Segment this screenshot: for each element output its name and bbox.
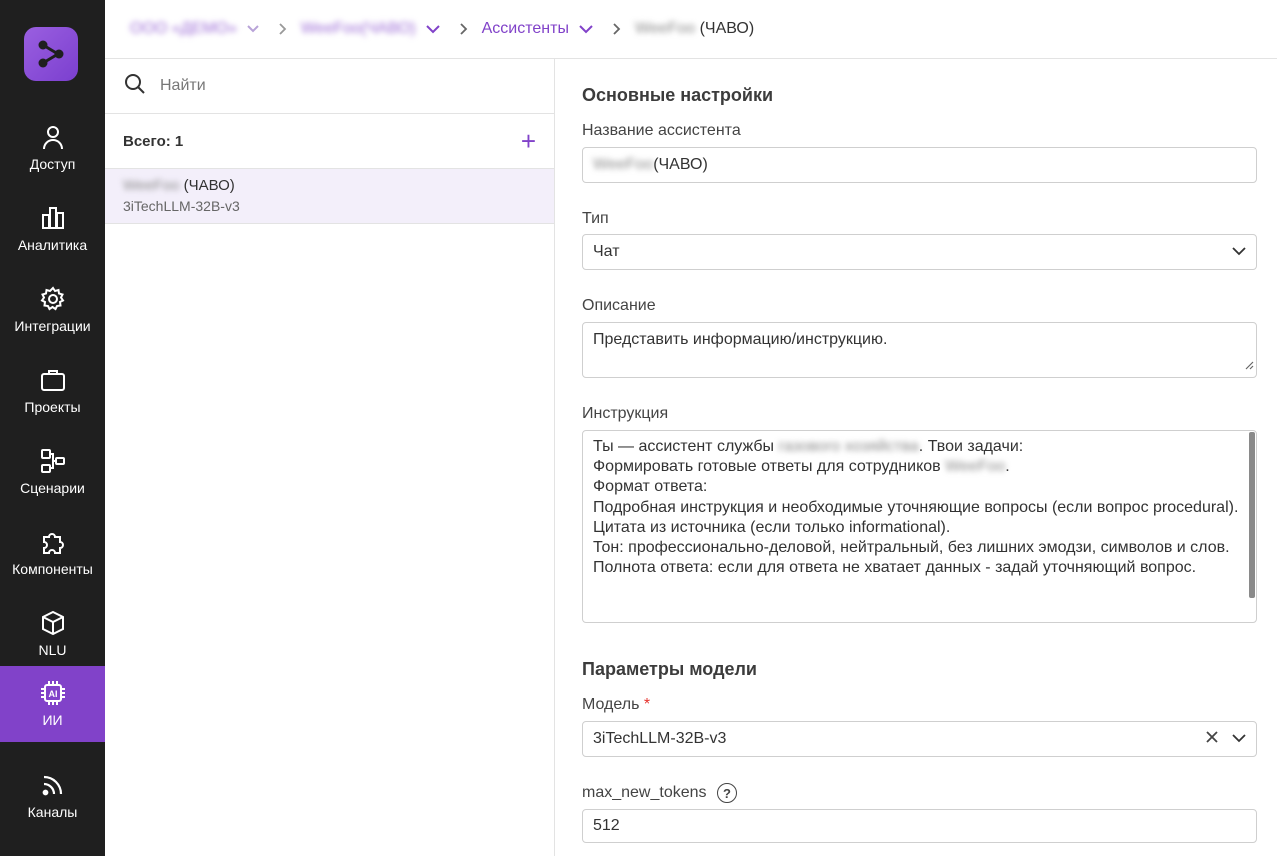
- nav-item-access[interactable]: Доступ: [0, 110, 105, 186]
- nav-label: Компоненты: [12, 561, 93, 577]
- nav-item-ai[interactable]: AI ИИ: [0, 666, 105, 742]
- breadcrumb-project[interactable]: WeeFoo(ЧАВО): [301, 20, 446, 38]
- nav-item-integrations[interactable]: Интеграции: [0, 272, 105, 348]
- total-count: Всего: 1: [123, 132, 184, 150]
- cube-icon: [39, 609, 67, 637]
- max-new-tokens-input[interactable]: 512: [582, 809, 1257, 843]
- chevron-down-icon: [579, 24, 593, 34]
- assistant-list-panel: Всего: 1 + WeeFoo (ЧАВО) 3iTechLLM-32B-v…: [105, 59, 555, 856]
- assistant-name-input[interactable]: WeeFoo (ЧАВО): [582, 147, 1257, 183]
- nav-label: ИИ: [42, 712, 63, 728]
- app-logo[interactable]: [24, 27, 78, 81]
- left-nav-rail: Доступ Аналитика Интеграции Проекты Сцен…: [0, 0, 105, 856]
- nav-item-scenarios[interactable]: Сценарии: [0, 434, 105, 510]
- user-icon: [39, 123, 67, 151]
- chevron-right-icon: [459, 23, 468, 35]
- required-marker: *: [643, 696, 651, 713]
- description-textarea[interactable]: Представить информацию/инструкцию.: [582, 322, 1257, 378]
- name-label: Название ассистента: [582, 122, 741, 139]
- nav-label: Доступ: [29, 156, 76, 172]
- nav-label: Интеграции: [14, 318, 91, 334]
- search-input[interactable]: [160, 77, 540, 95]
- flow-icon: [39, 447, 67, 475]
- search-icon: [124, 73, 146, 100]
- model-select[interactable]: 3iTechLLM-32B-v3: [582, 721, 1257, 757]
- nav-label: Аналитика: [17, 237, 88, 253]
- bar-chart-icon: [39, 204, 67, 232]
- gear-icon: [39, 285, 67, 313]
- list-item-model: 3iTechLLM-32B-v3: [123, 198, 240, 214]
- list-item-title: WeeFoo (ЧАВО): [123, 177, 235, 194]
- tokens-label: max_new_tokens: [582, 784, 707, 802]
- nav-label: NLU: [38, 642, 67, 658]
- puzzle-icon: [39, 528, 67, 556]
- nav-label: Проекты: [24, 399, 81, 415]
- breadcrumb-assistants[interactable]: Ассистенты: [482, 20, 599, 38]
- rss-icon: [39, 771, 67, 799]
- briefcase-icon: [39, 366, 67, 394]
- ai-chip-icon: AI: [39, 679, 67, 707]
- svg-text:AI: AI: [48, 689, 57, 699]
- chevron-right-icon: [279, 23, 287, 35]
- add-assistant-button[interactable]: +: [521, 128, 536, 154]
- nav-item-components[interactable]: Компоненты: [0, 515, 105, 591]
- list-item[interactable]: WeeFoo (ЧАВО) 3iTechLLM-32B-v3: [105, 169, 554, 224]
- breadcrumb: ООО «ДЕМО» WeeFoo(ЧАВО) Ассистенты WeeFo…: [105, 0, 1277, 59]
- breadcrumb-current: WeeFoo (ЧАВО): [634, 20, 755, 37]
- chevron-down-icon[interactable]: [1232, 730, 1246, 748]
- nav-item-nlu[interactable]: NLU: [0, 596, 105, 672]
- textarea-scrollbar[interactable]: [1249, 432, 1255, 598]
- chevron-down-icon: [425, 24, 440, 34]
- instruction-textarea[interactable]: Ты — ассистент службы газового хозяйства…: [582, 430, 1257, 623]
- chevron-down-icon: [1232, 243, 1246, 261]
- type-label: Тип: [582, 210, 609, 227]
- nav-item-analytics[interactable]: Аналитика: [0, 191, 105, 267]
- help-icon[interactable]: ?: [716, 783, 737, 803]
- section-title-main: Основные настройки: [582, 85, 774, 105]
- section-title-model: Параметры модели: [582, 659, 757, 679]
- instruction-text: Ты — ассистент службы газового хозяйства…: [593, 438, 1239, 577]
- breadcrumb-company[interactable]: ООО «ДЕМО»: [130, 20, 265, 38]
- nav-item-projects[interactable]: Проекты: [0, 353, 105, 429]
- search-bar: [105, 59, 554, 114]
- resize-handle-icon[interactable]: [1244, 357, 1254, 375]
- nav-label: Каналы: [27, 804, 78, 820]
- instruction-label: Инструкция: [582, 405, 669, 422]
- model-label: Модель *: [582, 696, 651, 713]
- nav-item-channels[interactable]: Каналы: [0, 758, 105, 834]
- list-header: Всего: 1 +: [105, 114, 554, 169]
- chevron-down-icon: [247, 25, 259, 33]
- type-select[interactable]: Чат: [582, 234, 1257, 270]
- clear-icon[interactable]: [1206, 730, 1218, 748]
- tokens-label-row: max_new_tokens ?: [582, 783, 737, 803]
- chevron-right-icon: [613, 23, 621, 35]
- share-nodes-icon: [38, 40, 64, 68]
- nav-label: Сценарии: [20, 480, 85, 496]
- app-window: Доступ Аналитика Интеграции Проекты Сцен…: [0, 0, 1277, 856]
- description-label: Описание: [582, 297, 656, 314]
